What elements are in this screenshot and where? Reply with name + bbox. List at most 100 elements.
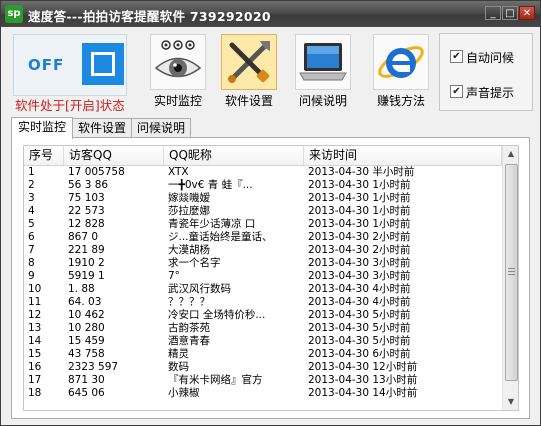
visitor-qq: 56 3 86 (68, 179, 109, 191)
visitor-nickname: 精灵 (168, 348, 189, 360)
tool-label: 实时监控 (153, 94, 202, 108)
tools-icon (228, 41, 270, 83)
visitor-qq: 64. 03 (68, 296, 102, 308)
realtime-monitor-button[interactable]: 实时监控 (148, 34, 208, 109)
visitor-nickname: 大漠胡杨 (168, 244, 210, 256)
table-row[interactable]: 4 22 573 莎拉麼娜 2013-04-30 1小时前 (24, 205, 502, 218)
thumb-grip (508, 274, 515, 275)
visitor-nickname: 冷安口 全场特价秒... (168, 309, 266, 321)
earn-money-button[interactable]: 赚钱方法 (371, 34, 431, 109)
app-icon: sp (5, 5, 23, 23)
visit-time: 2013-04-30 12小时前 (308, 361, 418, 373)
title-bar[interactable]: sp 速度答---拍拍访客提醒软件 739292020 _ □ ✕ (1, 1, 540, 27)
minimize-button[interactable]: _ (485, 6, 501, 20)
table-row[interactable]: 5 12 828 青瓷年少话薄凉 口 2013-04-30 1小时前 (24, 218, 502, 231)
row-index: 10 (28, 283, 42, 295)
visitor-qq: 75 103 (68, 192, 105, 204)
list-header: 序号 访客QQ QQ昵称 来访时间 (24, 146, 502, 166)
row-index: 15 (28, 348, 42, 360)
visitor-nickname: 武汉风行数码 (168, 283, 231, 295)
visit-time: 2013-04-30 14小时前 (308, 387, 418, 399)
thumb-grip (508, 268, 515, 269)
visitor-qq: 871 30 (68, 374, 105, 386)
visitor-qq: 10 280 (68, 322, 105, 334)
vertical-scrollbar[interactable]: ▲ ▼ (502, 146, 518, 410)
column-header-index[interactable]: 序号 (24, 146, 64, 165)
tool-frame (295, 34, 351, 90)
visit-time: 2013-04-30 1小时前 (308, 179, 411, 191)
scroll-down-arrow-icon[interactable]: ▼ (503, 394, 518, 410)
table-row[interactable]: 6 867 0 ジ...童话始终是童话、 2013-04-30 2小时前 (24, 231, 502, 244)
visit-time: 2013-04-30 1小时前 (308, 205, 411, 217)
row-index: 5 (28, 218, 35, 230)
tab-software-settings[interactable]: 软件设置 (72, 118, 132, 138)
table-row[interactable]: 16 2323 597 数码 2013-04-30 12小时前 (24, 361, 502, 374)
row-index: 9 (28, 270, 35, 282)
close-button[interactable]: ✕ (519, 6, 535, 20)
table-row[interactable]: 13 10 280 古韵茶苑 2013-04-30 5小时前 (24, 322, 502, 335)
tab-greeting-help[interactable]: 问候说明 (131, 118, 191, 138)
visitor-qq: 22 573 (68, 205, 105, 217)
visitor-nickname: 一╋0v€ 青 蛙『... (168, 179, 253, 191)
table-row[interactable]: 11 64. 03 ？？？？ 2013-04-30 4小时前 (24, 296, 502, 309)
visitor-nickname: XTX (168, 166, 189, 178)
table-row[interactable]: 7 221 89 大漠胡杨 2013-04-30 2小时前 (24, 244, 502, 257)
tab-panel-realtime: 序号 访客QQ QQ昵称 来访时间 1 17 005758 XTX 2013-04-3… (11, 137, 530, 419)
auto-greet-checkbox[interactable]: ✔ 自动问候 (450, 49, 532, 65)
maximize-button[interactable]: □ (502, 6, 518, 20)
software-settings-button[interactable]: 软件设置 (219, 34, 279, 109)
row-index: 1 (28, 166, 35, 178)
power-switch-icon (82, 43, 124, 85)
table-row[interactable]: 10 1. 88 武汉风行数码 2013-04-30 4小时前 (24, 283, 502, 296)
visit-time: 2013-04-30 4小时前 (308, 283, 411, 295)
column-header-qq[interactable]: 访客QQ (64, 146, 164, 165)
table-row[interactable]: 14 15 459 酒意青春 2013-04-30 5小时前 (24, 335, 502, 348)
sound-alert-checkbox[interactable]: ✔ 声音提示 (450, 84, 532, 100)
table-row[interactable]: 12 10 462 冷安口 全场特价秒... 2013-04-30 5小时前 (24, 309, 502, 322)
visitor-list[interactable]: 序号 访客QQ QQ昵称 来访时间 1 17 005758 XTX 2013-04-3… (23, 145, 519, 411)
table-row[interactable]: 1 17 005758 XTX 2013-04-30 半小时前 (24, 166, 502, 179)
row-index: 4 (28, 205, 35, 217)
visitor-qq: 10 462 (68, 309, 105, 321)
table-row[interactable]: 3 75 103 嫁燚嘰嫒 2013-04-30 1小时前 (24, 192, 502, 205)
scroll-thumb[interactable] (505, 164, 518, 381)
visit-time: 2013-04-30 1小时前 (308, 218, 411, 230)
on-off-toggle[interactable]: OFF (13, 34, 127, 96)
table-row[interactable]: 17 871 30 『有米卡网络』官方 2013-04-30 13小时前 (24, 374, 502, 387)
table-row[interactable]: 15 43 758 精灵 2013-04-30 6小时前 (24, 348, 502, 361)
tab-realtime-monitor[interactable]: 实时监控 (11, 117, 73, 139)
tool-label: 问候说明 (298, 94, 347, 108)
off-label: OFF (28, 56, 65, 74)
thumb-grip (508, 271, 515, 272)
row-index: 11 (28, 296, 42, 308)
visitor-nickname: 莎拉麼娜 (168, 205, 210, 217)
scroll-up-arrow-icon[interactable]: ▲ (503, 146, 518, 162)
window-title: 速度答---拍拍访客提醒软件 739292020 (28, 9, 271, 24)
table-row[interactable]: 8 1910 2 求一个名字 2013-04-30 3小时前 (24, 257, 502, 270)
eye-icon (154, 40, 202, 78)
visit-time: 2013-04-30 半小时前 (308, 166, 415, 178)
toolbar-area: OFF 软件处于[开启]状态 实时监控 软件设置 问候说明 赚钱方法 ✔ 自动问… (1, 27, 540, 117)
sound-alert-label: 声音提示 (466, 86, 515, 100)
row-index: 14 (28, 335, 42, 347)
column-header-nickname[interactable]: QQ昵称 (164, 146, 304, 165)
visit-time: 2013-04-30 13小时前 (308, 374, 418, 386)
tool-frame (221, 34, 277, 90)
table-row[interactable]: 18 645 06 小辣椒 2013-04-30 14小时前 (24, 387, 502, 400)
row-index: 16 (28, 361, 42, 373)
visitor-nickname: ？？？？ (168, 296, 210, 308)
visit-time: 2013-04-30 2小时前 (308, 231, 411, 243)
visitor-nickname: 小辣椒 (168, 387, 200, 399)
visitor-nickname: 数码 (168, 361, 189, 373)
visitor-qq: 15 459 (68, 335, 105, 347)
visitor-nickname: 古韵茶苑 (168, 322, 210, 334)
row-index: 18 (28, 387, 42, 399)
table-row[interactable]: 9 5919 1 7° 2013-04-30 3小时前 (24, 270, 502, 283)
tool-frame (150, 34, 206, 90)
table-row[interactable]: 2 56 3 86 一╋0v€ 青 蛙『... 2013-04-30 1小时前 (24, 179, 502, 192)
visitor-nickname: 『有米卡网络』官方 (168, 374, 263, 386)
visit-time: 2013-04-30 5小时前 (308, 309, 411, 321)
column-header-visit-time[interactable]: 来访时间 (304, 146, 502, 165)
visitor-nickname: 嫁燚嘰嫒 (168, 192, 210, 204)
greeting-help-button[interactable]: 问候说明 (293, 34, 353, 109)
